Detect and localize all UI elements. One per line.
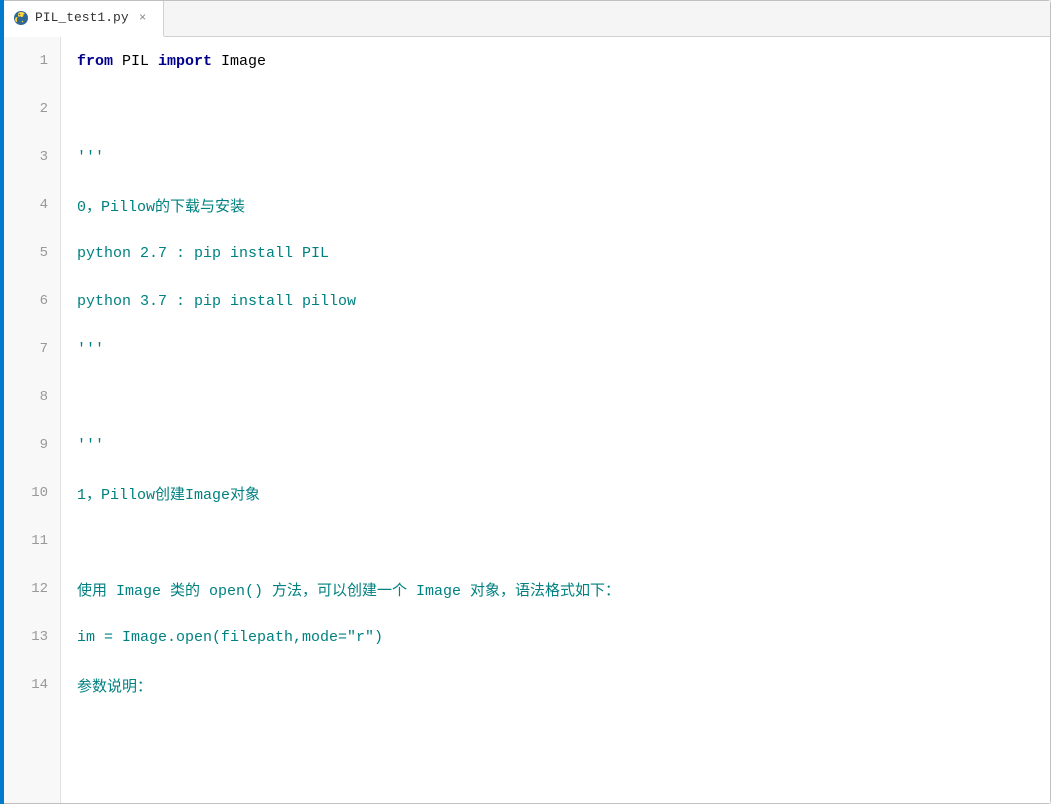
code-token: PIL [113,53,158,70]
code-line: -''' [61,133,1050,181]
code-line: python 2.7 : pip install PIL [61,229,1050,277]
code-line: 1，Pillow创建Image对象 [61,469,1050,517]
code-line: 使用 Image 类的 open() 方法，可以创建一个 Image 对象，语法… [61,565,1050,613]
line-number: 6 [1,277,60,325]
code-line: -''' [61,421,1050,469]
code-token: ''' [77,341,104,358]
editor-window: PIL_test1.py × 1234567891011121314 from … [0,0,1051,804]
code-token: im = Image.open(filepath,mode="r") [77,629,383,646]
code-token: 使用 Image 类的 open() 方法，可以创建一个 Image 对象，语法… [77,579,620,600]
code-line [61,85,1050,133]
line-number: 8 [1,373,60,421]
line-number: 11 [1,517,60,565]
code-token: ''' [77,149,104,166]
tab-filename: PIL_test1.py [35,10,129,25]
tab-bar: PIL_test1.py × [1,1,1050,37]
code-token: import [158,53,212,70]
python-icon [13,10,29,26]
code-token: ''' [77,437,104,454]
code-token: python 2.7 : pip install PIL [77,245,329,262]
code-line: python 3.7 : pip install pillow [61,277,1050,325]
line-numbers: 1234567891011121314 [1,37,61,803]
code-token: 0，Pillow的下载与安装 [77,195,245,216]
code-line: from PIL import Image [61,37,1050,85]
code-line: 0，Pillow的下载与安装 [61,181,1050,229]
code-line: im = Image.open(filepath,mode="r") [61,613,1050,661]
code-token: Image [212,53,266,70]
line-number: 4 [1,181,60,229]
code-token: python 3.7 : pip install pillow [77,293,356,310]
line-number: 14 [1,661,60,709]
line-number: 10 [1,469,60,517]
line-number: 5 [1,229,60,277]
line-number: 1 [1,37,60,85]
code-line: 参数说明： [61,661,1050,709]
line-number: 7 [1,325,60,373]
line-number: 9 [1,421,60,469]
code-area[interactable]: from PIL import Image -''' 0，Pillow的下载与安装 p… [61,37,1050,803]
tab-close-button[interactable]: × [135,10,151,26]
code-token: 1，Pillow创建Image对象 [77,483,260,504]
line-number: 3 [1,133,60,181]
code-line: -''' [61,325,1050,373]
left-border-indicator [1,37,4,803]
line-number: 2 [1,85,60,133]
file-tab[interactable]: PIL_test1.py × [1,1,164,37]
line-number: 12 [1,565,60,613]
code-token: from [77,53,113,70]
code-line [61,517,1050,565]
line-number: 13 [1,613,60,661]
code-token: 参数说明： [77,675,152,696]
editor-body: 1234567891011121314 from PIL import Imag… [1,37,1050,803]
code-line [61,373,1050,421]
